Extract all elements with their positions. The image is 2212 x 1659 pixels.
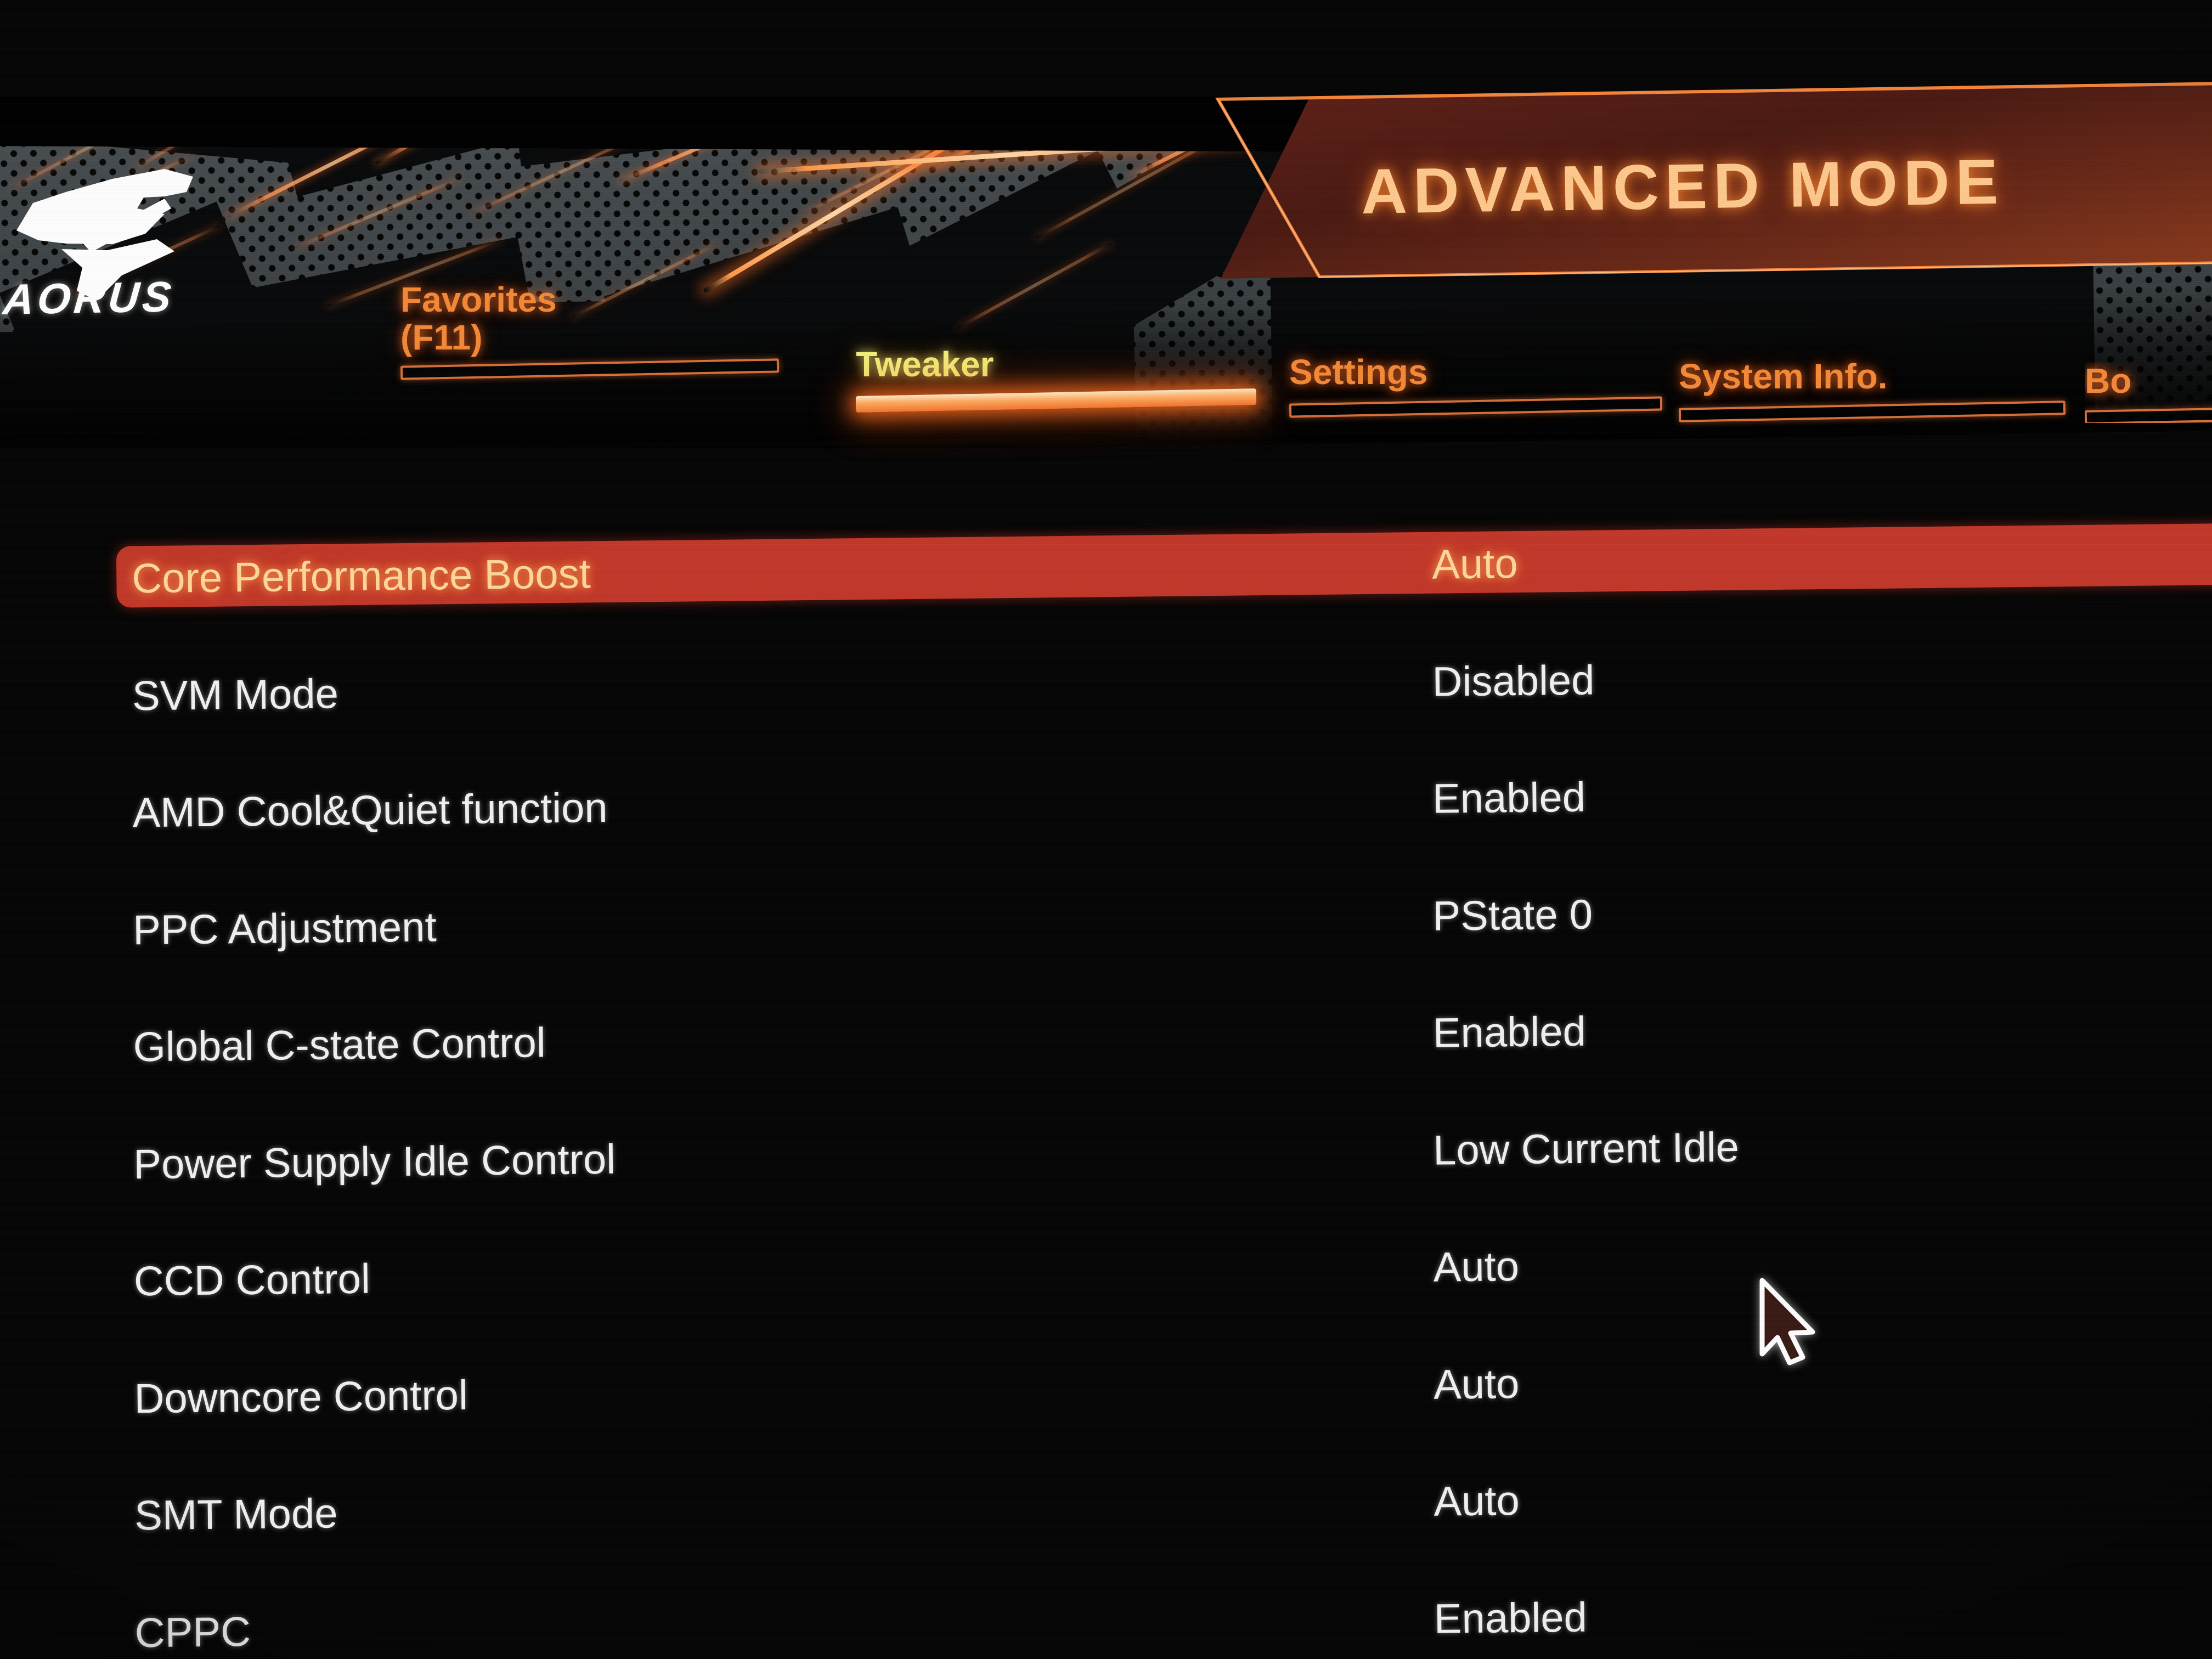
option-value[interactable]: Enabled: [1432, 774, 1586, 822]
tab-favorites-label: Favorites: [400, 280, 557, 319]
option-label: Downcore Control: [134, 1372, 469, 1422]
menu-row-global-c-state-control[interactable]: Global C-state Control Enabled: [0, 1004, 2212, 1087]
page-title: ADVANCED MODE: [1361, 145, 2005, 227]
option-value[interactable]: Enabled: [1432, 1008, 1586, 1057]
tab-tweaker-label: Tweaker: [856, 345, 994, 384]
tweaker-options-list: Core Performance Boost Auto SVM Mode Dis…: [0, 523, 2212, 1656]
tab-tweaker[interactable]: Tweaker: [855, 345, 1262, 413]
tab-system-info-underline: [1678, 400, 2066, 422]
option-label: Core Performance Boost: [131, 550, 591, 602]
option-value[interactable]: Enabled: [1434, 1594, 1587, 1642]
option-value[interactable]: PState 0: [1432, 891, 1593, 939]
option-value[interactable]: Auto: [1432, 540, 1518, 588]
mouse-arrow-cursor-icon: [1756, 1277, 1821, 1370]
option-label: PPC Adjustment: [132, 903, 437, 953]
tab-system-info-label: System Info.: [1679, 357, 1888, 396]
option-value[interactable]: Low Current Idle: [1433, 1124, 1739, 1173]
tab-settings[interactable]: Settings: [1289, 352, 1668, 418]
tab-settings-label: Settings: [1289, 352, 1428, 392]
option-label: AMD Cool&Quiet function: [132, 785, 608, 837]
tab-system-info[interactable]: System Info.: [1678, 357, 2074, 422]
option-label: Global C-state Control: [133, 1019, 546, 1071]
menu-row-core-performance-boost[interactable]: Core Performance Boost Auto: [0, 523, 2212, 619]
menu-row-svm-mode[interactable]: SVM Mode Disabled: [0, 653, 2212, 736]
menu-row-ppc-adjustment[interactable]: PPC Adjustment PState 0: [0, 887, 2212, 970]
tab-favorites-underline: [400, 358, 780, 380]
menu-row-cppc[interactable]: CPPC Enabled: [0, 1590, 2212, 1659]
menu-row-smt-mode[interactable]: SMT Mode Auto: [0, 1472, 2212, 1556]
option-label: CCD Control: [133, 1255, 371, 1305]
bios-screen: ADVANCED MODE AORUS Favorites (F11) Twea…: [0, 0, 2212, 1659]
menu-row-power-supply-idle-control[interactable]: Power Supply Idle Control Low Current Id…: [0, 1121, 2212, 1205]
tab-boot[interactable]: Bo: [2085, 362, 2212, 424]
tab-favorites[interactable]: Favorites (F11): [400, 280, 785, 380]
tab-boot-underline: [2085, 407, 2212, 424]
option-label: SMT Mode: [134, 1490, 338, 1539]
tab-boot-label: Bo: [2085, 362, 2132, 400]
option-value[interactable]: Disabled: [1432, 657, 1595, 705]
option-label: SVM Mode: [132, 670, 339, 719]
tab-favorites-sublabel: (F11): [400, 318, 483, 358]
tab-settings-underline: [1289, 396, 1663, 418]
tab-tweaker-underline: [855, 388, 1257, 413]
option-label: Power Supply Idle Control: [133, 1136, 616, 1188]
main-nav: Favorites (F11) Tweaker Settings System …: [0, 280, 2212, 461]
menu-row-ccd-control[interactable]: CCD Control Auto: [0, 1238, 2212, 1322]
menu-row-amd-cool-and-quiet[interactable]: AMD Cool&Quiet function Enabled: [0, 770, 2212, 853]
option-label: CPPC: [134, 1608, 251, 1656]
option-value[interactable]: Auto: [1434, 1477, 1520, 1525]
option-value[interactable]: Auto: [1434, 1361, 1520, 1408]
option-value[interactable]: Auto: [1433, 1243, 1519, 1291]
menu-row-downcore-control[interactable]: Downcore Control Auto: [0, 1356, 2212, 1439]
